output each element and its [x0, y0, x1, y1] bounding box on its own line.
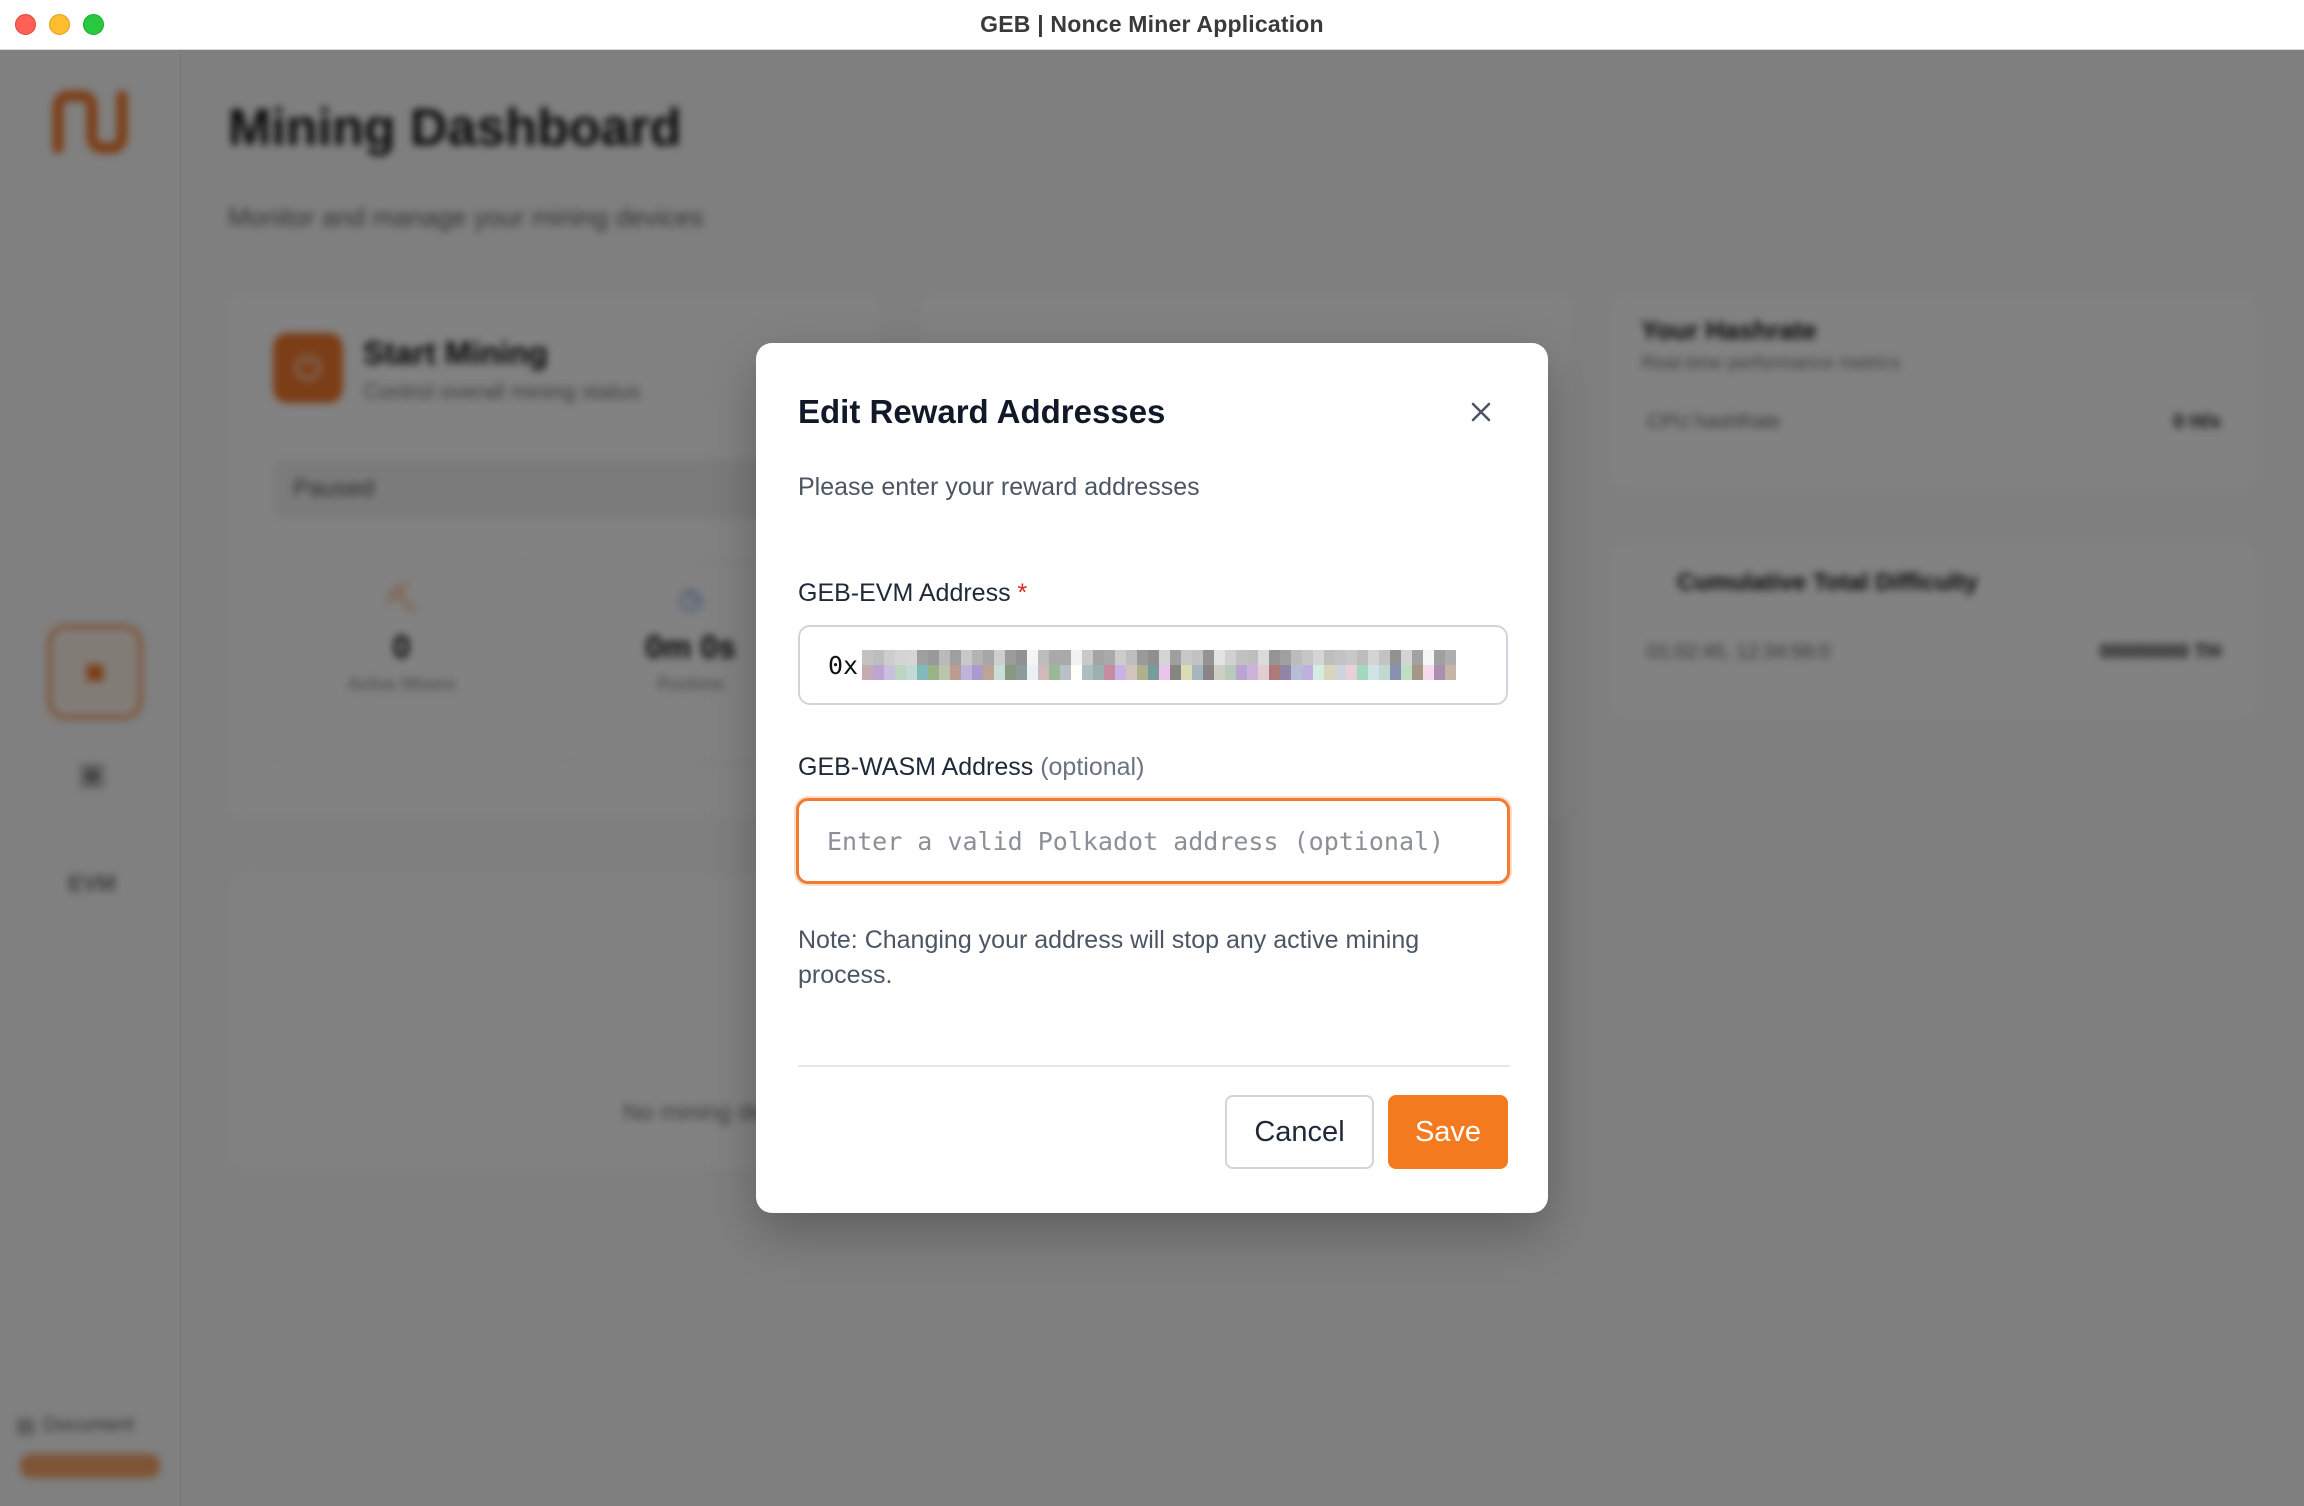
redaction-pixel — [1192, 650, 1204, 680]
cancel-button[interactable]: Cancel — [1225, 1095, 1374, 1169]
evm-address-input[interactable]: 0x — [798, 625, 1508, 705]
redaction-pixel — [1412, 650, 1424, 680]
redaction-pixel — [1181, 650, 1193, 680]
redaction-pixel — [906, 650, 918, 680]
redaction-pixel — [1390, 650, 1402, 680]
redaction-pixel — [873, 650, 885, 680]
redaction-pixel — [1324, 650, 1336, 680]
window-titlebar: GEB | Nonce Miner Application — [0, 0, 2304, 50]
wasm-address-input[interactable] — [796, 798, 1510, 884]
save-button[interactable]: Save — [1388, 1095, 1508, 1169]
window-minimize-button[interactable] — [49, 14, 70, 35]
wasm-label-text: GEB-WASM Address — [798, 753, 1034, 781]
redaction-pixel — [1060, 650, 1072, 680]
redaction-pixel — [1214, 650, 1226, 680]
redaction-pixel — [961, 650, 973, 680]
redaction-pixel — [1203, 650, 1215, 680]
redaction-pixel — [1269, 650, 1281, 680]
window-title: GEB | Nonce Miner Application — [980, 11, 1324, 37]
close-icon[interactable] — [1462, 393, 1500, 431]
redaction-pixel — [1082, 650, 1094, 680]
redaction-pixel — [1027, 650, 1039, 680]
redaction-pixel — [1247, 650, 1259, 680]
redaction-pixel — [1005, 650, 1017, 680]
redaction-pixel — [1401, 650, 1413, 680]
redaction-pixel — [972, 650, 984, 680]
dialog-description: Please enter your reward addresses — [798, 473, 1200, 501]
redaction-pixel — [917, 650, 929, 680]
optional-marker: (optional) — [1040, 753, 1145, 781]
redacted-address-value — [862, 650, 1457, 680]
required-marker: * — [1017, 579, 1028, 607]
redaction-pixel — [1423, 650, 1435, 680]
redaction-pixel — [1225, 650, 1237, 680]
evm-address-label: GEB-EVM Address * — [798, 579, 1027, 608]
redaction-pixel — [1071, 650, 1083, 680]
redaction-pixel — [1379, 650, 1391, 680]
redaction-pixel — [1038, 650, 1050, 680]
redaction-pixel — [1104, 650, 1116, 680]
redaction-pixel — [1148, 650, 1160, 680]
redaction-pixel — [1258, 650, 1270, 680]
dialog-title: Edit Reward Addresses — [798, 393, 1166, 430]
redaction-pixel — [1236, 650, 1248, 680]
evm-label-text: GEB-EVM Address — [798, 579, 1011, 607]
redaction-pixel — [1291, 650, 1303, 680]
redaction-pixel — [1445, 650, 1457, 680]
redaction-pixel — [1357, 650, 1369, 680]
redaction-pixel — [928, 650, 940, 680]
evm-address-prefix: 0x — [828, 650, 859, 680]
redaction-pixel — [1313, 650, 1325, 680]
redaction-pixel — [1368, 650, 1380, 680]
redaction-pixel — [1280, 650, 1292, 680]
dialog-divider — [798, 1065, 1510, 1067]
redaction-pixel — [950, 650, 962, 680]
window-close-button[interactable] — [15, 14, 36, 35]
redaction-pixel — [939, 650, 951, 680]
redaction-pixel — [1170, 650, 1182, 680]
redaction-pixel — [1016, 650, 1028, 680]
redaction-pixel — [862, 650, 874, 680]
redaction-pixel — [1126, 650, 1138, 680]
redaction-pixel — [1335, 650, 1347, 680]
redaction-pixel — [1434, 650, 1446, 680]
redaction-pixel — [1302, 650, 1314, 680]
redaction-pixel — [1049, 650, 1061, 680]
redaction-pixel — [1115, 650, 1127, 680]
edit-reward-addresses-dialog: Edit Reward Addresses Please enter your … — [756, 343, 1548, 1213]
redaction-pixel — [1093, 650, 1105, 680]
redaction-pixel — [1159, 650, 1171, 680]
wasm-address-label: GEB-WASM Address (optional) — [798, 753, 1144, 782]
redaction-pixel — [983, 650, 995, 680]
redaction-pixel — [884, 650, 896, 680]
window-maximize-button[interactable] — [83, 14, 104, 35]
window-controls — [15, 14, 104, 35]
redaction-pixel — [1346, 650, 1358, 680]
address-change-note: Note: Changing your address will stop an… — [798, 926, 1420, 989]
redaction-pixel — [895, 650, 907, 680]
redaction-pixel — [1137, 650, 1149, 680]
redaction-pixel — [994, 650, 1006, 680]
